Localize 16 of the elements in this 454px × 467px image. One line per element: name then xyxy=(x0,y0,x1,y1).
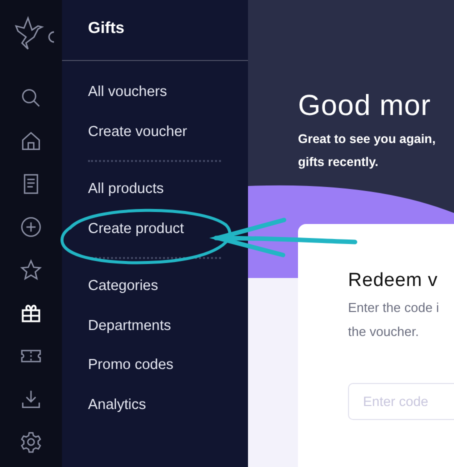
menu-link[interactable]: All products xyxy=(62,170,248,210)
menu-link[interactable]: Analytics xyxy=(62,386,248,425)
menu-link[interactable]: Categories xyxy=(62,267,248,306)
panel-title: Gifts xyxy=(87,19,126,39)
menu-link[interactable]: All vouchers xyxy=(62,73,248,112)
menu-link[interactable]: Create product xyxy=(62,210,248,249)
card-description: the voucher. xyxy=(348,324,419,339)
menu-link[interactable]: Promo codes xyxy=(62,346,248,386)
welcome-text: gifts recently. xyxy=(298,155,378,169)
menu-link[interactable]: Create voucher xyxy=(62,112,248,152)
code-input-field[interactable]: Enter code xyxy=(348,383,454,420)
welcome-text: Great to see you again, xyxy=(298,132,436,146)
menu-link[interactable]: Departments xyxy=(62,306,248,346)
card-description: Enter the code i xyxy=(348,300,440,315)
greeting-heading: Good mor xyxy=(298,90,431,123)
card-title: Redeem v xyxy=(348,270,438,292)
